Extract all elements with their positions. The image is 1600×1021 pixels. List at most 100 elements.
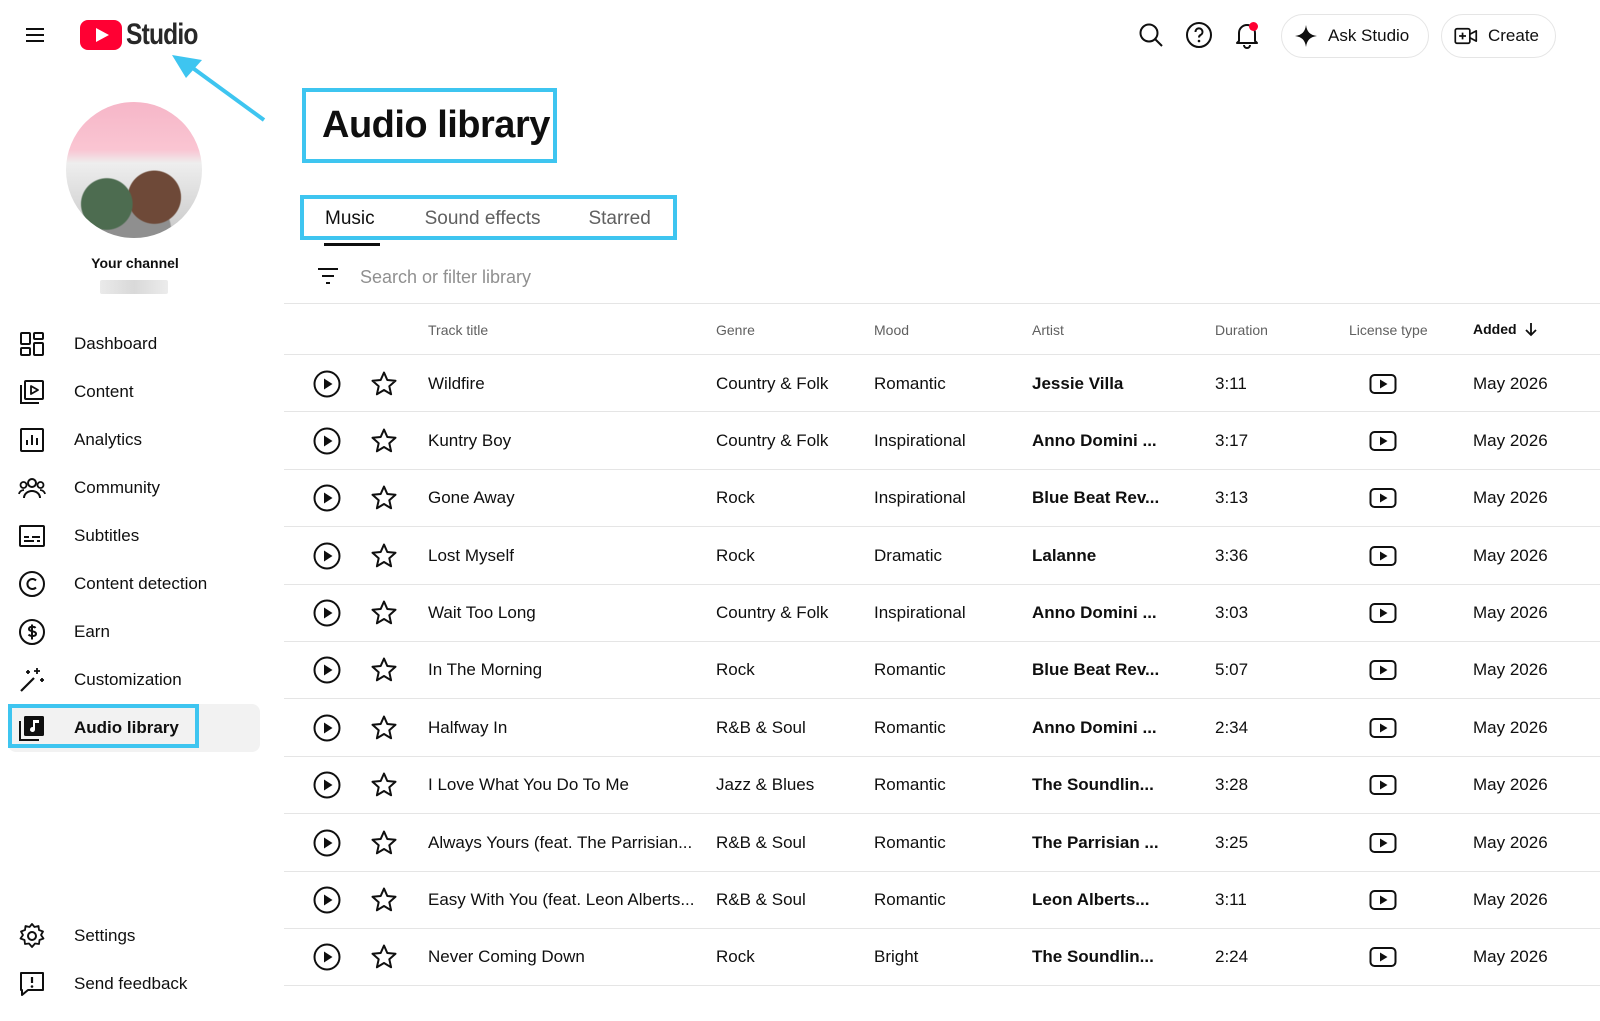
search-button[interactable] bbox=[1132, 16, 1170, 54]
sidebar-item-send-feedback[interactable]: Send feedback bbox=[0, 960, 270, 1008]
star-button[interactable] bbox=[370, 355, 398, 412]
track-genre: Country & Folk bbox=[716, 373, 829, 393]
track-added: May 2026 bbox=[1473, 717, 1548, 737]
sidebar-item-earn[interactable]: Earn bbox=[0, 608, 270, 656]
logo-text: Studio bbox=[126, 18, 198, 51]
star-icon bbox=[371, 715, 397, 740]
table-row[interactable]: Wildfire Country & Folk Romantic Jessie … bbox=[284, 355, 1600, 413]
column-header-duration[interactable]: Duration bbox=[1215, 322, 1268, 338]
play-button[interactable] bbox=[312, 757, 342, 814]
studio-logo[interactable]: Studio bbox=[80, 16, 213, 54]
star-button[interactable] bbox=[370, 642, 398, 699]
play-button[interactable] bbox=[312, 814, 342, 871]
play-button[interactable] bbox=[312, 412, 342, 469]
track-genre: Rock bbox=[716, 947, 755, 967]
track-artist[interactable]: Blue Beat Rev... bbox=[1032, 642, 1159, 699]
create-button[interactable]: Create bbox=[1441, 14, 1556, 58]
table-row[interactable]: Wait Too Long Country & Folk Inspiration… bbox=[284, 585, 1600, 642]
track-artist[interactable]: Anno Domini ... bbox=[1032, 699, 1157, 756]
star-button[interactable] bbox=[370, 527, 398, 584]
star-icon bbox=[371, 428, 397, 453]
audio-library-icon bbox=[18, 714, 46, 742]
sidebar-item-settings[interactable]: Settings bbox=[0, 912, 270, 960]
table-row[interactable]: In The Morning Rock Romantic Blue Beat R… bbox=[284, 642, 1600, 700]
sidebar-item-audio-library[interactable]: Audio library bbox=[8, 704, 260, 752]
star-button[interactable] bbox=[370, 585, 398, 642]
column-header-track-title[interactable]: Track title bbox=[428, 322, 488, 338]
table-row[interactable]: Gone Away Rock Inspirational Blue Beat R… bbox=[284, 470, 1600, 528]
play-button[interactable] bbox=[312, 929, 342, 986]
channel-avatar[interactable] bbox=[66, 102, 202, 238]
play-button[interactable] bbox=[312, 872, 342, 929]
track-artist[interactable]: The Parrisian ... bbox=[1032, 814, 1159, 871]
hamburger-menu-button[interactable] bbox=[16, 16, 54, 54]
tab-music[interactable]: Music bbox=[305, 198, 395, 240]
table-row[interactable]: Kuntry Boy Country & Folk Inspirational … bbox=[284, 412, 1600, 470]
table-row[interactable]: Halfway In R&B & Soul Romantic Anno Domi… bbox=[284, 699, 1600, 757]
table-header: Track title Genre Mood Artist Duration L… bbox=[284, 305, 1600, 355]
sidebar-item-subtitles[interactable]: Subtitles bbox=[0, 512, 270, 560]
column-header-license-type[interactable]: License type bbox=[1349, 322, 1428, 338]
table-row[interactable]: Easy With You (feat. Leon Alberts... R&B… bbox=[284, 872, 1600, 929]
play-button[interactable] bbox=[312, 355, 342, 412]
star-button[interactable] bbox=[370, 412, 398, 469]
play-icon bbox=[313, 370, 341, 397]
ask-studio-button[interactable]: Ask Studio bbox=[1281, 14, 1429, 58]
tab-starred[interactable]: Starred bbox=[560, 198, 670, 240]
notifications-button[interactable] bbox=[1228, 16, 1266, 54]
license-type bbox=[1369, 699, 1397, 756]
track-artist[interactable]: The Soundlin... bbox=[1032, 929, 1154, 986]
column-header-mood[interactable]: Mood bbox=[874, 322, 909, 338]
star-button[interactable] bbox=[370, 872, 398, 929]
star-button[interactable] bbox=[370, 470, 398, 527]
play-button[interactable] bbox=[312, 527, 342, 584]
sidebar-item-content[interactable]: Content bbox=[0, 368, 270, 416]
star-icon bbox=[371, 371, 397, 395]
dashboard-icon bbox=[18, 330, 46, 358]
star-button[interactable] bbox=[370, 757, 398, 814]
track-artist[interactable]: Jessie Villa bbox=[1032, 355, 1123, 412]
license-type bbox=[1369, 585, 1397, 642]
sparkle-icon bbox=[1295, 25, 1317, 47]
track-genre: Country & Folk bbox=[716, 430, 829, 450]
sidebar-bottom-nav: Settings Send feedback bbox=[0, 912, 270, 1008]
sidebar-item-label: Customization bbox=[74, 670, 182, 689]
filter-icon[interactable] bbox=[316, 264, 340, 288]
audio-table: Track title Genre Mood Artist Duration L… bbox=[284, 305, 1600, 987]
track-mood: Bright bbox=[874, 947, 919, 967]
tab-sound-effects[interactable]: Sound effects bbox=[395, 198, 561, 240]
table-row[interactable]: Never Coming Down Rock Bright The Soundl… bbox=[284, 929, 1600, 987]
play-button[interactable] bbox=[312, 642, 342, 699]
star-button[interactable] bbox=[370, 929, 398, 986]
column-header-added[interactable]: Added bbox=[1473, 321, 1539, 337]
column-header-artist[interactable]: Artist bbox=[1032, 322, 1064, 338]
track-artist[interactable]: Anno Domini ... bbox=[1032, 412, 1157, 469]
sidebar-item-analytics[interactable]: Analytics bbox=[0, 416, 270, 464]
star-button[interactable] bbox=[370, 699, 398, 756]
table-row[interactable]: I Love What You Do To Me Jazz & Blues Ro… bbox=[284, 757, 1600, 815]
track-mood: Inspirational bbox=[874, 603, 966, 623]
track-artist[interactable]: The Soundlin... bbox=[1032, 757, 1154, 814]
play-button[interactable] bbox=[312, 470, 342, 527]
sidebar-item-dashboard[interactable]: Dashboard bbox=[0, 320, 270, 368]
play-button[interactable] bbox=[312, 585, 342, 642]
column-header-genre[interactable]: Genre bbox=[716, 322, 755, 338]
table-row[interactable]: Lost Myself Rock Dramatic Lalanne 3:36 M… bbox=[284, 527, 1600, 585]
table-row[interactable]: Always Yours (feat. The Parrisian... R&B… bbox=[284, 814, 1600, 872]
play-button[interactable] bbox=[312, 699, 342, 756]
sidebar-item-community[interactable]: Community bbox=[0, 464, 270, 512]
track-mood: Inspirational bbox=[874, 430, 966, 450]
track-artist[interactable]: Blue Beat Rev... bbox=[1032, 470, 1159, 527]
star-button[interactable] bbox=[370, 814, 398, 871]
track-mood: Romantic bbox=[874, 890, 946, 910]
active-tab-indicator bbox=[324, 243, 380, 246]
track-artist[interactable]: Leon Alberts... bbox=[1032, 872, 1149, 929]
search-input[interactable] bbox=[360, 262, 960, 292]
sidebar-item-content-detection[interactable]: Content detection bbox=[0, 560, 270, 608]
help-button[interactable] bbox=[1180, 16, 1218, 54]
sidebar-item-customization[interactable]: Customization bbox=[0, 656, 270, 704]
star-icon bbox=[371, 887, 397, 912]
track-artist[interactable]: Anno Domini ... bbox=[1032, 585, 1157, 642]
license-type bbox=[1369, 814, 1397, 871]
track-artist[interactable]: Lalanne bbox=[1032, 527, 1096, 584]
